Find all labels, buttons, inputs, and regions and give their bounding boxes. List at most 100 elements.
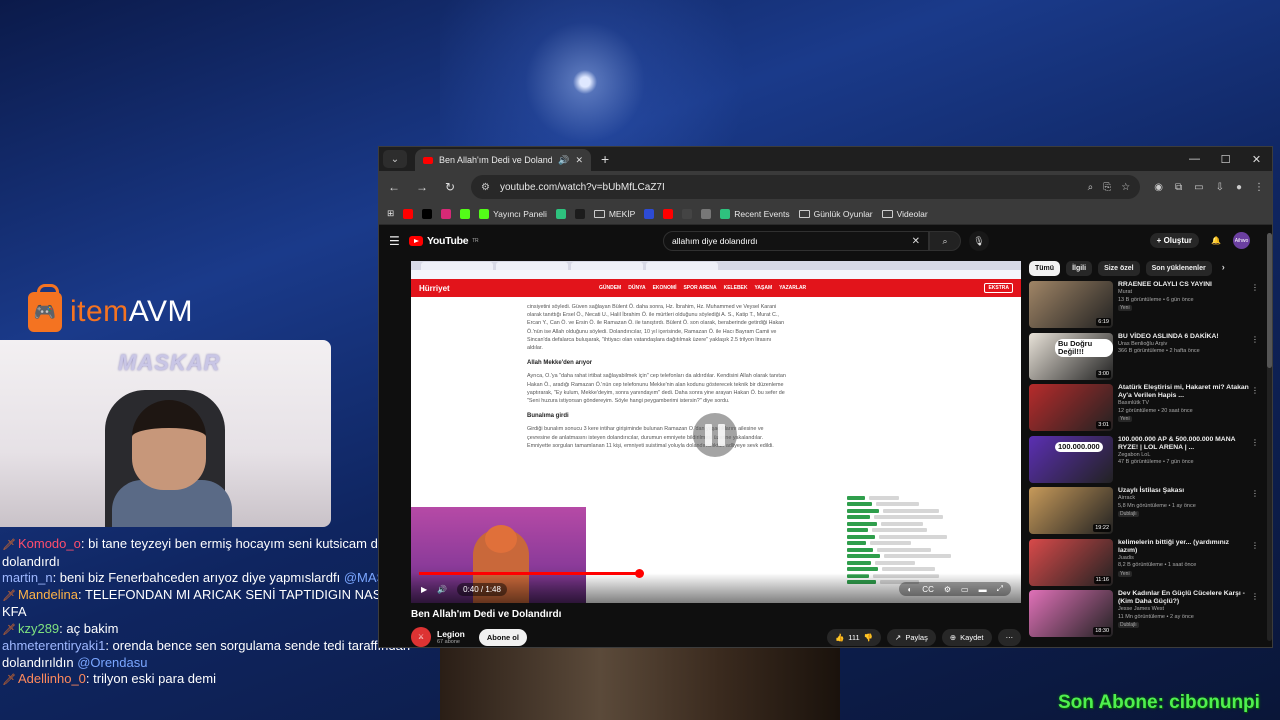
hamburger-menu-icon[interactable]: ☰ bbox=[389, 234, 409, 248]
theater-mode-icon[interactable]: ▬ bbox=[979, 585, 987, 594]
browser-window[interactable]: ⌄ Ben Allah'ım Dedi ve Dolandı 🔊 ✕ + — ☐… bbox=[378, 146, 1273, 648]
tab-search-button[interactable]: ⌄ bbox=[383, 150, 407, 168]
save-button[interactable]: ⊕ Kaydet bbox=[941, 628, 992, 646]
bookmark-item[interactable] bbox=[555, 208, 566, 219]
bookmark-item[interactable] bbox=[574, 208, 585, 219]
video-thumbnail[interactable]: Bu Doğru Değil!!! 3:00 bbox=[1029, 332, 1113, 380]
recommended-video-title[interactable]: Uzaylı İstilası Şakası bbox=[1118, 487, 1249, 495]
url-text[interactable]: youtube.com/watch?v=bUbMfLCaZ7I bbox=[500, 182, 1078, 193]
chat-username[interactable]: Komodo_o bbox=[18, 536, 81, 551]
subscribe-button[interactable]: Abone ol bbox=[478, 628, 527, 646]
notifications-bell-icon[interactable]: 🔔 bbox=[1211, 236, 1221, 245]
back-button[interactable]: ← bbox=[387, 180, 401, 194]
maximize-button[interactable]: ☐ bbox=[1210, 147, 1241, 171]
recommended-video[interactable]: 18:30 Dev Kadınlar En Güçlü Cücelere Kar… bbox=[1029, 590, 1261, 642]
close-window-button[interactable]: ✕ bbox=[1241, 147, 1272, 171]
bookmark-item[interactable] bbox=[663, 208, 674, 219]
new-tab-button[interactable]: + bbox=[601, 151, 609, 167]
chat-username[interactable]: ahmeterentiryaki1 bbox=[2, 638, 105, 653]
settings-gear-icon[interactable]: ⚙ bbox=[944, 585, 951, 594]
browser-menu-icon[interactable]: ⋮ bbox=[1254, 182, 1264, 193]
zoom-icon[interactable]: ⌕ bbox=[1088, 182, 1094, 193]
recommended-video[interactable]: Bu Doğru Değil!!! 3:00 BU VİDEO ASLINDA … bbox=[1029, 332, 1261, 385]
clear-search-icon[interactable]: ✕ bbox=[912, 236, 920, 247]
more-options-icon[interactable]: ⋮ bbox=[1251, 541, 1259, 550]
video-thumbnail[interactable]: 100.000.000 bbox=[1029, 435, 1113, 483]
subtitles-icon[interactable]: CC bbox=[922, 585, 934, 594]
volume-icon[interactable]: 🔊 bbox=[437, 585, 447, 594]
filter-chip[interactable]: Son yüklenenler bbox=[1145, 261, 1212, 276]
forward-button[interactable]: → bbox=[415, 180, 429, 194]
share-button[interactable]: ↗ Paylaş bbox=[887, 628, 936, 646]
recommended-video-title[interactable]: RRAENEE OLAYLI CS YAYINI bbox=[1118, 281, 1249, 289]
progress-bar[interactable] bbox=[419, 569, 1013, 578]
thumbs-down-icon[interactable]: 👎 bbox=[864, 633, 873, 642]
bookmark-item[interactable] bbox=[441, 208, 452, 219]
apps-grid-icon[interactable]: ⊞ bbox=[387, 208, 394, 219]
recommended-video-channel[interactable]: Uras Benlioğlu Arşiv bbox=[1118, 341, 1249, 349]
create-button[interactable]: + Oluştur bbox=[1149, 233, 1200, 248]
fullscreen-icon[interactable]: ⤢ bbox=[997, 584, 1003, 594]
bookmark-item[interactable]: MEKİP bbox=[593, 209, 635, 219]
more-options-icon[interactable]: ⋮ bbox=[1251, 386, 1259, 395]
like-button[interactable]: 👍 111 👎 bbox=[826, 628, 882, 646]
bookmark-item[interactable]: Videolar bbox=[881, 209, 928, 219]
more-actions-icon[interactable]: ⋯ bbox=[997, 628, 1021, 646]
chat-username[interactable]: kzy289 bbox=[18, 621, 59, 636]
bookmark-item[interactable] bbox=[644, 208, 655, 219]
bookmark-item[interactable] bbox=[403, 208, 414, 219]
tab-youtube[interactable]: Ben Allah'ım Dedi ve Dolandı 🔊 ✕ bbox=[415, 149, 591, 171]
recommended-video-title[interactable]: BU VİDEO ASLINDA 6 DAKİKA! bbox=[1118, 333, 1249, 341]
search-query[interactable]: allahım diye dolandırdı bbox=[672, 236, 912, 246]
video-thumbnail[interactable]: 18:30 bbox=[1029, 590, 1113, 637]
bookmark-item[interactable]: Yayıncı Paneli bbox=[479, 208, 547, 219]
side-panel-icon[interactable]: ▭ bbox=[1194, 182, 1203, 193]
bookmark-item[interactable]: Günlük Oyunlar bbox=[798, 209, 873, 219]
tab-close-icon[interactable]: ✕ bbox=[575, 155, 583, 166]
chat-mention[interactable]: @Orendasu bbox=[77, 655, 147, 670]
more-options-icon[interactable]: ⋮ bbox=[1251, 438, 1259, 447]
video-player[interactable]: Hürriyet GÜNDEM DÜNYA EKONOMİ SPOR ARENA KEL… bbox=[411, 261, 1021, 603]
video-thumbnail[interactable]: 6:19 bbox=[1029, 281, 1113, 328]
search-input[interactable]: allahım diye dolandırdı ✕ bbox=[663, 231, 929, 251]
more-options-icon[interactable]: ⋮ bbox=[1251, 283, 1259, 292]
address-bar[interactable]: ⚙ youtube.com/watch?v=bUbMfLCaZ7I ⌕ ⎘ ☆ bbox=[471, 175, 1141, 199]
channel-avatar[interactable]: ⚔ bbox=[411, 627, 431, 647]
play-button-icon[interactable]: ▶ bbox=[421, 585, 427, 594]
channel-name[interactable]: Legion bbox=[437, 629, 465, 639]
recommended-video[interactable]: 3:01 Atatürk Eleştirisi mi, Hakaret mi? … bbox=[1029, 384, 1261, 436]
bookmark-item[interactable] bbox=[682, 208, 693, 219]
more-options-icon[interactable]: ⋮ bbox=[1251, 489, 1259, 498]
recommended-video-title[interactable]: Atatürk Eleştirisi mi, Hakaret mi? Ataka… bbox=[1118, 384, 1249, 400]
youtube-logo[interactable]: YouTube TR bbox=[409, 235, 479, 247]
bookmark-item[interactable] bbox=[701, 208, 712, 219]
chat-username[interactable]: Mandelina bbox=[18, 587, 78, 602]
video-thumbnail[interactable]: 19:22 bbox=[1029, 487, 1113, 534]
extensions-puzzle-icon[interactable]: ⧉ bbox=[1175, 182, 1182, 193]
recommended-video-channel[interactable]: Basınlütk TV bbox=[1118, 400, 1249, 408]
recommended-video-title[interactable]: Dev Kadınlar En Güçlü Cücelere Karşı - (… bbox=[1118, 590, 1249, 606]
recommended-video-title[interactable]: 100.000.000 AP & 500.000.000 MANA RYZE! … bbox=[1118, 436, 1249, 452]
extension-icon[interactable]: ◉ bbox=[1154, 182, 1163, 193]
progress-scrubber[interactable] bbox=[634, 569, 644, 578]
video-thumbnail[interactable]: 3:01 bbox=[1029, 384, 1113, 431]
recommended-video-channel[interactable]: Jesse James West bbox=[1118, 606, 1249, 614]
chips-next-icon[interactable]: › bbox=[1218, 261, 1229, 276]
bookmark-item[interactable] bbox=[422, 208, 433, 219]
install-icon[interactable]: ⎘ bbox=[1103, 182, 1111, 193]
recommended-video-channel[interactable]: Airrack bbox=[1118, 495, 1249, 503]
more-options-icon[interactable]: ⋮ bbox=[1251, 592, 1259, 601]
page-scrollbar[interactable] bbox=[1267, 233, 1272, 641]
recommended-video[interactable]: 100.000.000 100.000.000 AP & 500.000.000… bbox=[1029, 435, 1261, 488]
chat-username[interactable]: martin_n bbox=[2, 570, 53, 585]
video-thumbnail[interactable]: 11:16 bbox=[1029, 538, 1113, 586]
chat-username[interactable]: Adellinho_0 bbox=[18, 671, 86, 686]
bookmark-item[interactable]: Recent Events bbox=[720, 208, 790, 219]
account-avatar[interactable]: Aihwo bbox=[1233, 232, 1250, 249]
filter-chip[interactable]: İlgili bbox=[1066, 261, 1093, 276]
recommended-video-title[interactable]: kelimelerin bittiği yer... (yardımınız l… bbox=[1118, 539, 1249, 555]
downloads-icon[interactable]: ⇩ bbox=[1216, 182, 1224, 193]
autoplay-toggle-icon[interactable]: ◐ bbox=[907, 585, 912, 594]
recommended-video-channel[interactable]: Zegabon LoL bbox=[1118, 452, 1249, 460]
recommended-video-channel[interactable]: Murat bbox=[1118, 289, 1249, 297]
